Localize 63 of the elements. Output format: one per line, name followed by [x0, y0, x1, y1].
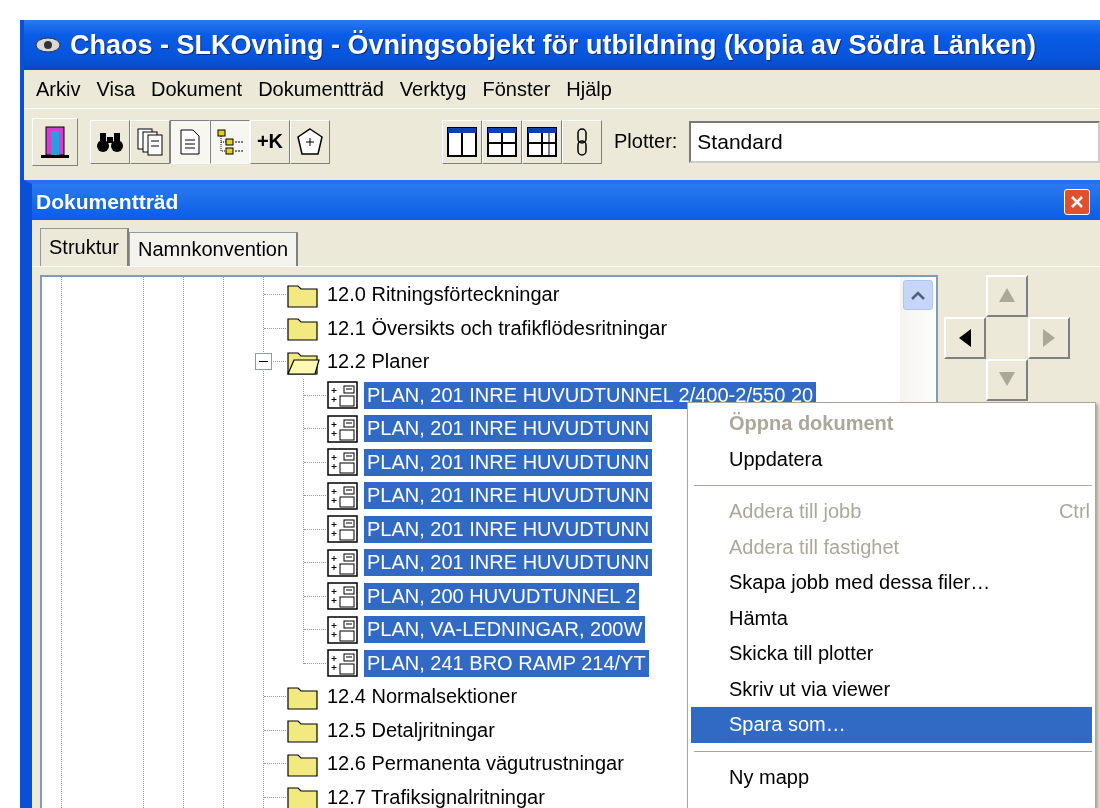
- menu-item[interactable]: Dokument: [147, 77, 255, 101]
- menu-item[interactable]: Verktyg: [395, 77, 479, 101]
- tree-item[interactable]: 12.7 Trafiksignalritningar: [324, 783, 548, 808]
- menu-item[interactable]: Hjälp: [562, 77, 624, 101]
- text-button[interactable]: +K: [250, 119, 290, 164]
- plotter-field[interactable]: Standard: [689, 120, 1100, 163]
- close-button[interactable]: [1064, 189, 1090, 215]
- menu-item[interactable]: Fönster: [478, 77, 563, 101]
- plotter-label: Plotter:: [614, 130, 678, 153]
- plan-document-icon: [326, 380, 360, 411]
- tree-item[interactable]: PLAN, 200 HUVUDTUNNEL 2: [364, 582, 640, 610]
- plan-document-icon: [326, 581, 360, 612]
- panel-title: Dokumentträd: [36, 190, 179, 214]
- scroll-up-button[interactable]: [903, 280, 933, 310]
- tree-item[interactable]: 12.4 Normalsektioner: [324, 683, 521, 711]
- tree-item[interactable]: 12.0 Ritningsförteckningar: [324, 281, 563, 309]
- chain-link-icon: [574, 126, 590, 157]
- tree-view-icon: [216, 127, 244, 156]
- tree-item[interactable]: 12.5 Detaljritningar: [324, 716, 498, 744]
- collapse-toggle[interactable]: [255, 353, 272, 371]
- tree-item[interactable]: PLAN, 201 INRE HUVUDTUNN: [364, 549, 653, 577]
- tree-item[interactable]: PLAN, 241 BRO RAMP 214/YT: [364, 649, 649, 677]
- tab[interactable]: Struktur: [40, 228, 130, 266]
- arrow-button[interactable]: [944, 317, 986, 359]
- app-icon: [34, 36, 62, 54]
- tree-item[interactable]: PLAN, VA-LEDNINGAR, 200W: [364, 616, 646, 644]
- tree-item[interactable]: 12.6 Permanenta vägutrustningar: [324, 750, 627, 778]
- table-icon: [527, 126, 557, 157]
- menu-item[interactable]: Skapa jobb med dessa filer…: [691, 565, 1092, 601]
- window-title: Chaos - SLKOvning - Övningsobjekt för utbildning (kopia av Södra Länken): [70, 29, 1037, 61]
- tree-item[interactable]: PLAN, 201 INRE HUVUDTUNN: [364, 482, 653, 510]
- menu-item[interactable]: Spara som…: [691, 707, 1092, 743]
- binoculars-icon: [96, 130, 124, 153]
- tree-item[interactable]: PLAN, 201 INRE HUVUDTUNN: [364, 415, 653, 443]
- plan-document-icon: [326, 413, 360, 444]
- menu-item[interactable]: Skriv ut via viewer: [691, 671, 1092, 707]
- plan-document-icon: [326, 547, 360, 578]
- tree-item[interactable]: PLAN, 201 INRE HUVUDTUNN: [364, 515, 653, 543]
- menu-item[interactable]: Visa: [92, 77, 147, 101]
- table-icon: [487, 126, 517, 157]
- menu-item[interactable]: Skicka till plotter: [691, 636, 1092, 672]
- tab[interactable]: Namnkonvention: [129, 232, 299, 266]
- plan-document-icon: [326, 514, 360, 545]
- pentagon-plus-icon: [295, 126, 325, 157]
- tree-item[interactable]: PLAN, 201 INRE HUVUDTUNNEL 2/400-2/550 20: [364, 381, 817, 409]
- menu-item[interactable]: Arkiv: [32, 77, 93, 101]
- menu-item[interactable]: Ny mapp: [691, 759, 1092, 795]
- menu-item[interactable]: Hämta: [691, 600, 1092, 636]
- tree-item[interactable]: 12.2 Planer: [324, 348, 433, 376]
- exit-door-icon: [40, 124, 70, 159]
- close-icon: [1069, 194, 1085, 210]
- plan-document-icon: [326, 614, 360, 645]
- document-icon: [179, 128, 201, 155]
- plan-document-icon: [326, 480, 360, 511]
- copy-documents-icon: [136, 126, 164, 157]
- table-icon: [447, 126, 477, 157]
- menu-item[interactable]: Uppdatera: [691, 441, 1092, 477]
- plan-document-icon: [326, 447, 360, 478]
- menu-item[interactable]: Dokumentträd: [254, 77, 396, 101]
- tree-item[interactable]: 12.1 Översikts och trafikflödesritningar: [324, 314, 671, 342]
- chevron-up-icon: [910, 290, 926, 300]
- plan-document-icon: [326, 648, 360, 679]
- tree-item[interactable]: PLAN, 201 INRE HUVUDTUNN: [364, 448, 653, 476]
